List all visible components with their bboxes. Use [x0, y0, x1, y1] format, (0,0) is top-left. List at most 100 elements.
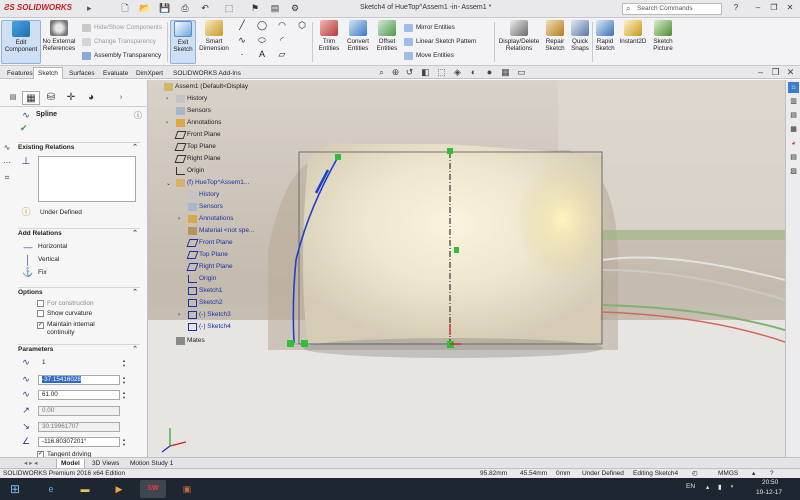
tree-root-assembly[interactable]: Assem1 (Default<Display — [164, 82, 248, 92]
sketch-picture-button[interactable]: Sketch Picture — [650, 20, 676, 52]
display-manager-tab[interactable]: ◕ — [82, 91, 100, 105]
options-side-icon[interactable]: ⋯ — [1, 156, 13, 170]
tree-component-huetop[interactable]: (f) HueTop^Assem1... — [176, 178, 249, 188]
offset-entities-button[interactable]: Offset Entities — [373, 20, 401, 52]
tree-sub-right-plane[interactable]: Right Plane — [186, 262, 233, 272]
trim-entities-button[interactable]: Trim Entities — [315, 20, 343, 52]
tangent-radial-input[interactable]: 30.19961707 — [38, 422, 120, 432]
x-coordinate-input[interactable]: -37.15416028 — [38, 375, 120, 385]
tree-sub-history[interactable]: History — [188, 190, 219, 200]
polygon-tool-icon[interactable]: ⬡ — [296, 21, 308, 32]
volume-icon[interactable]: ◖ — [730, 483, 734, 490]
rebuild-icon[interactable]: ⚑ — [248, 2, 262, 15]
tangent-angle-input[interactable]: -116.80307201° — [38, 437, 120, 447]
existing-relations-list[interactable] — [38, 156, 136, 202]
open-icon[interactable]: 📂 — [138, 2, 152, 15]
custom-properties-icon[interactable]: ▤ — [788, 152, 799, 163]
point-tool-icon[interactable]: · — [236, 50, 248, 61]
view-orientation-icon[interactable]: ⬚ — [436, 67, 447, 78]
close-button[interactable]: ✕ — [784, 2, 796, 14]
appearances-icon[interactable]: ◕ — [788, 138, 799, 149]
file-explorer-icon[interactable]: ▬ — [72, 480, 98, 498]
expand-icon[interactable]: › — [166, 120, 168, 126]
tangent-weight-input[interactable]: 0.00 — [38, 406, 120, 416]
restore-button[interactable]: ❐ — [768, 2, 780, 14]
solidworks-resources-icon[interactable]: ⌂ — [788, 82, 799, 93]
edit-appearance-icon[interactable]: ● — [484, 67, 495, 78]
undo-icon[interactable]: ↶ — [198, 2, 212, 15]
convert-entities-button[interactable]: Convert Entities — [344, 20, 372, 52]
assembly-transparency-button[interactable]: Assembly Transparency — [82, 51, 161, 61]
zoom-to-fit-icon[interactable]: ⌕ — [376, 67, 387, 78]
tree-annotations[interactable]: Annotations — [176, 118, 221, 128]
collapse-icon[interactable]: ⌄ — [166, 180, 171, 187]
tab-evaluate[interactable]: Evaluate — [98, 67, 133, 79]
feature-manager-tab[interactable]: ▤ — [4, 91, 22, 105]
hide-show-components-button[interactable]: Hide/Show Components — [82, 23, 162, 33]
existing-relations-header[interactable]: Existing Relations ⌃ — [18, 142, 140, 152]
spline-point-number[interactable]: 1 — [38, 358, 120, 368]
print-icon[interactable]: ⎙ — [178, 2, 192, 15]
network-icon[interactable]: ▮ — [718, 483, 722, 491]
window-close-icon[interactable]: ✕ — [785, 67, 796, 78]
zoom-to-area-icon[interactable]: ⊕ — [390, 67, 401, 78]
spline-tool-icon[interactable]: ∿ — [236, 36, 248, 47]
media-player-icon[interactable]: ▶ — [106, 480, 132, 498]
rapid-sketch-button[interactable]: Rapid Sketch — [594, 20, 616, 52]
apply-scene-icon[interactable]: ▦ — [500, 67, 511, 78]
tree-sub-origin[interactable]: Origin — [188, 274, 216, 284]
tree-sub-annotations[interactable]: Annotations — [188, 214, 233, 224]
internet-explorer-icon[interactable]: e — [38, 480, 64, 498]
y-coordinate-input[interactable]: 61.00 — [38, 390, 120, 400]
plane-tool-icon[interactable]: ▱ — [276, 50, 288, 61]
tree-sub-front-plane[interactable]: Front Plane — [186, 238, 233, 248]
move-entities-button[interactable]: Move Entities — [404, 51, 454, 61]
property-manager-tab[interactable]: ▦ — [22, 91, 40, 105]
window-minimize-icon[interactable]: – — [755, 67, 766, 78]
display-style-icon[interactable]: ◈ — [452, 67, 463, 78]
add-relations-header[interactable]: Add Relations ⌃ — [18, 228, 140, 238]
relation-vertical[interactable]: Vertical — [38, 256, 59, 263]
ellipse-tool-icon[interactable]: ⬭ — [256, 36, 268, 47]
units-selector[interactable]: MMGS — [718, 469, 738, 478]
tab-dimxpert[interactable]: DimXpert — [131, 67, 168, 79]
view-settings-icon[interactable]: ▭ — [516, 67, 527, 78]
tree-origin[interactable]: Origin — [176, 166, 204, 176]
spinner-icon[interactable]: ▲ ▼ — [122, 390, 127, 400]
exit-sketch-button[interactable]: Exit Sketch — [170, 20, 196, 64]
help-icon[interactable]: ? — [730, 2, 742, 14]
file-properties-icon[interactable]: ▤ — [268, 2, 282, 15]
design-library-icon[interactable]: ▥ — [788, 96, 799, 107]
repair-sketch-button[interactable]: Repair Sketch — [542, 20, 568, 52]
tab-solidworks-addins[interactable]: SOLIDWORKS Add-Ins — [168, 67, 246, 79]
window-restore-icon[interactable]: ❐ — [770, 67, 781, 78]
tree-sensors[interactable]: Sensors — [176, 106, 211, 116]
spinner-icon[interactable]: ▲ ▼ — [122, 358, 127, 368]
configuration-manager-tab[interactable]: ⛁ — [42, 91, 60, 105]
units-dropdown-icon[interactable]: ▴ — [752, 469, 755, 478]
tab-surfaces[interactable]: Surfaces — [64, 67, 100, 79]
tree-right-plane[interactable]: Right Plane — [174, 154, 221, 164]
help-icon[interactable]: ⓘ — [134, 110, 142, 121]
clock-date[interactable]: 19-12-17 — [756, 489, 782, 496]
windows-start-icon[interactable]: ⊞ — [2, 480, 28, 498]
tree-sub-sketch3[interactable]: (-) Sketch3 — [188, 310, 231, 320]
save-icon[interactable]: 💾 — [158, 2, 172, 15]
search-commands-input[interactable]: ⌕ Search Commands — [622, 3, 722, 15]
spinner-icon[interactable]: ▲ ▼ — [122, 375, 127, 385]
arc-tool-icon[interactable]: ◠ — [276, 21, 288, 32]
expand-icon[interactable]: › — [178, 312, 180, 318]
spline-side-icon[interactable]: ∿ — [1, 141, 13, 155]
tree-mates[interactable]: Mates — [176, 336, 205, 346]
spinner-icon[interactable]: ▲ ▼ — [122, 437, 127, 447]
mirror-entities-button[interactable]: Mirror Entities — [404, 23, 455, 33]
new-document-icon[interactable]: 🗋 — [118, 2, 132, 15]
tree-sub-sketch1[interactable]: Sketch1 — [188, 286, 223, 296]
hide-show-items-icon[interactable]: ◐ — [468, 67, 479, 78]
expand-icon[interactable]: › — [178, 216, 180, 222]
image-viewer-icon[interactable]: ▣ — [174, 480, 200, 498]
tree-front-plane[interactable]: Front Plane — [174, 130, 221, 140]
tree-sub-material[interactable]: Material <not spe... — [188, 226, 254, 236]
help-status-icon[interactable]: ? — [770, 469, 774, 478]
smart-dimension-button[interactable]: Smart Dimension — [197, 20, 231, 52]
